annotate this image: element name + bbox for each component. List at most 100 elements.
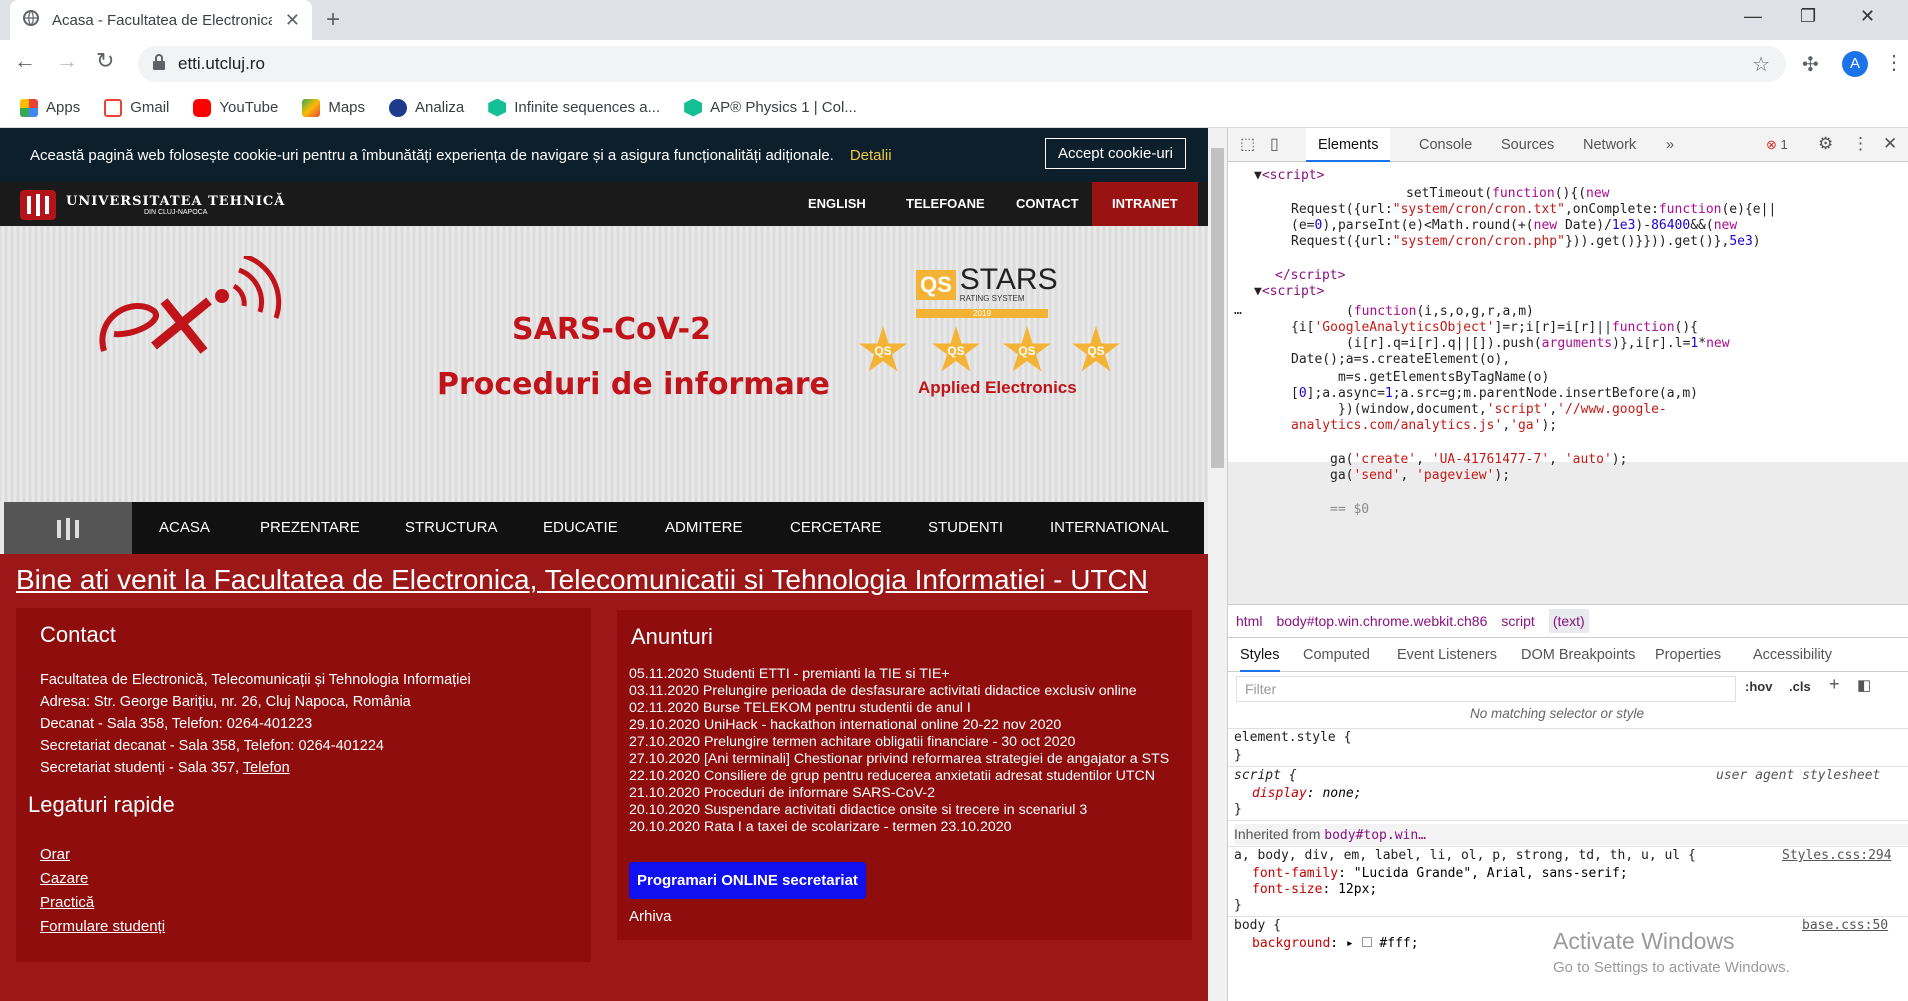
tab-event-listeners[interactable]: Event Listeners xyxy=(1397,638,1497,672)
announcement-item[interactable]: 02.11.2020 Burse TELEKOM pentru studenti… xyxy=(629,700,971,717)
device-toolbar-icon[interactable]: ▯ xyxy=(1270,134,1279,154)
tab-elements[interactable]: Elements xyxy=(1306,128,1391,162)
hov-toggle[interactable]: :hov xyxy=(1745,679,1772,694)
announcement-item[interactable]: 27.10.2020 Prelungire termen achitare ob… xyxy=(629,734,1075,751)
crumb-body[interactable]: body#top.win.chrome.webkit.ch86 xyxy=(1276,613,1487,629)
quick-link-practica[interactable]: Practică xyxy=(40,894,94,911)
element-style-selector[interactable]: element.style { xyxy=(1234,730,1351,745)
announcement-item[interactable]: 20.10.2020 Suspendare activitati didacti… xyxy=(629,802,1087,819)
bookmark-gmail[interactable]: Gmail xyxy=(104,98,169,117)
nav-prezentare[interactable]: PREZENTARE xyxy=(260,502,360,554)
dom-breadcrumbs: html body#top.win.chrome.webkit.ch86 scr… xyxy=(1228,604,1908,638)
crumb-text[interactable]: (text) xyxy=(1548,609,1589,633)
cls-toggle[interactable]: .cls xyxy=(1789,679,1811,694)
inherited-node[interactable]: body#top.win… xyxy=(1324,828,1426,843)
announcement-item[interactable]: 21.10.2020 Proceduri de informare SARS-C… xyxy=(629,785,935,802)
nav-studenti[interactable]: STUDENTI xyxy=(928,502,1003,554)
quick-link-formulare[interactable]: Formulare studenți xyxy=(40,918,165,935)
node-actions-icon[interactable]: … xyxy=(1234,303,1242,318)
tab-properties[interactable]: Properties xyxy=(1655,638,1721,672)
bookmark-analiza[interactable]: Analiza xyxy=(389,98,464,117)
cookie-details-link[interactable]: Detalii xyxy=(850,147,892,164)
tab-dom-breakpoints[interactable]: DOM Breakpoints xyxy=(1521,638,1635,672)
nav-intranet[interactable]: INTRANET xyxy=(1092,182,1198,226)
bookmark-maps[interactable]: Maps xyxy=(302,98,365,117)
settings-gear-icon[interactable]: ⚙ xyxy=(1818,134,1833,154)
devtools-close-icon[interactable]: ✕ xyxy=(1883,134,1897,154)
new-tab-button[interactable]: + xyxy=(326,6,340,34)
error-counter[interactable]: ⊗ 1 xyxy=(1766,137,1788,153)
dom-tree[interactable]: ▼<script> setTimeout(function(){(new Req… xyxy=(1228,162,1908,604)
online-appointments-button[interactable]: Programari ONLINE secretariat xyxy=(629,862,866,899)
banner-title-2[interactable]: Proceduri de informare xyxy=(437,367,830,402)
styles-filter-input[interactable]: Filter xyxy=(1236,676,1736,702)
close-tab-icon[interactable]: ✕ xyxy=(285,10,300,31)
nav-acasa[interactable]: ACASA xyxy=(159,502,210,554)
nav-international[interactable]: INTERNATIONAL xyxy=(1050,502,1169,554)
announcement-item[interactable]: 05.11.2020 Studenti ETTI - premianti la … xyxy=(629,666,950,683)
devtools-menu-icon[interactable]: ⋮ xyxy=(1852,134,1869,154)
nav-english[interactable]: ENGLISH xyxy=(808,182,866,226)
announcement-item[interactable]: 22.10.2020 Consiliere de grup pentru red… xyxy=(629,768,1155,785)
window-close-icon[interactable]: ✕ xyxy=(1860,6,1875,27)
address-bar[interactable]: etti.utcluj.ro ☆ xyxy=(138,46,1786,82)
profile-avatar[interactable]: A xyxy=(1842,51,1868,77)
more-tabs-icon[interactable]: » xyxy=(1666,128,1674,162)
nav-cercetare[interactable]: CERCETARE xyxy=(790,502,881,554)
nav-admitere[interactable]: ADMITERE xyxy=(665,502,743,554)
inspect-element-icon[interactable]: ⬚ xyxy=(1240,134,1255,154)
announcement-item[interactable]: 03.11.2020 Prelungire perioada de desfas… xyxy=(629,683,1137,700)
bookmark-khan-2[interactable]: AP® Physics 1 | Col... xyxy=(684,98,857,117)
quick-link-cazare[interactable]: Cazare xyxy=(40,870,88,887)
page-scrollbar[interactable] xyxy=(1208,128,1227,1001)
base-css-link[interactable]: base.css:50 xyxy=(1802,918,1888,933)
welcome-heading[interactable]: Bine ati venit la Facultatea de Electron… xyxy=(16,564,1148,596)
tab-styles[interactable]: Styles xyxy=(1240,638,1280,672)
crumb-html[interactable]: html xyxy=(1236,613,1262,629)
tab-sources[interactable]: Sources xyxy=(1501,128,1554,162)
home-icon[interactable] xyxy=(4,502,132,554)
minimize-icon[interactable]: — xyxy=(1744,6,1762,27)
browser-tab[interactable]: Acasa - Facultatea de Electronica ✕ xyxy=(10,0,312,40)
banner-title-1[interactable]: SARS-CoV-2 xyxy=(512,312,711,347)
menu-kebab-icon[interactable]: ⋮ xyxy=(1884,50,1904,75)
back-icon[interactable]: ← xyxy=(14,48,36,74)
tab-accessibility[interactable]: Accessibility xyxy=(1753,638,1832,672)
announcement-item[interactable]: 29.10.2020 UniHack - hackathon internati… xyxy=(629,717,1061,734)
bookmark-star-icon[interactable]: ☆ xyxy=(1752,52,1770,77)
phone-link[interactable]: Telefon xyxy=(243,760,290,776)
bookmark-khan-1[interactable]: Infinite sequences a... xyxy=(488,98,660,117)
nav-telefoane[interactable]: TELEFOANE xyxy=(906,182,985,226)
tab-network[interactable]: Network xyxy=(1583,128,1636,162)
font-family-declaration: font-family: "Lucida Grande", Arial, san… xyxy=(1252,866,1628,881)
archive-link[interactable]: Arhiva xyxy=(629,908,672,925)
scrollbar-thumb[interactable] xyxy=(1211,148,1224,468)
inherited-from-row: Inherited from body#top.win… xyxy=(1234,824,1908,845)
collapse-triangle-icon[interactable]: ▼ xyxy=(1254,168,1262,183)
crumb-script[interactable]: script xyxy=(1501,613,1534,629)
collapse-triangle-icon[interactable]: ▼ xyxy=(1254,284,1262,299)
bookmark-label: YouTube xyxy=(219,99,279,116)
reload-icon[interactable]: ↻ xyxy=(96,48,114,74)
nav-educatie[interactable]: EDUCATIE xyxy=(543,502,618,554)
new-rule-icon[interactable]: + xyxy=(1829,674,1840,695)
qs-star-icon: QS xyxy=(1003,326,1051,372)
announcement-item[interactable]: 27.10.2020 [Ani terminali] Chestionar pr… xyxy=(629,751,1169,768)
accept-cookies-button[interactable]: Accept cookie-uri xyxy=(1044,138,1186,169)
university-logo[interactable]: UNIVERSITATEA TEHNICĂ DIN CLUJ-NAPOCA xyxy=(20,190,285,220)
etti-logo[interactable] xyxy=(94,253,294,371)
announcement-item[interactable]: 20.10.2020 Rata I a taxei de scolarizare… xyxy=(629,819,1012,836)
bookmark-youtube[interactable]: YouTube xyxy=(193,98,279,117)
nav-contact[interactable]: CONTACT xyxy=(1016,182,1079,226)
color-swatch[interactable] xyxy=(1361,937,1372,947)
quick-link-orar[interactable]: Orar xyxy=(40,846,70,863)
forward-icon[interactable]: → xyxy=(56,48,78,74)
tab-console[interactable]: Console xyxy=(1419,128,1472,162)
styles-css-link[interactable]: Styles.css:294 xyxy=(1782,848,1892,863)
toggle-sidebar-icon[interactable]: ◧ xyxy=(1857,676,1871,694)
tab-computed[interactable]: Computed xyxy=(1303,638,1370,672)
maximize-icon[interactable]: ❐ xyxy=(1800,6,1816,27)
extensions-icon[interactable]: ✣ xyxy=(1802,52,1819,77)
nav-structura[interactable]: STRUCTURA xyxy=(405,502,498,554)
bookmark-apps[interactable]: Apps xyxy=(20,98,80,117)
